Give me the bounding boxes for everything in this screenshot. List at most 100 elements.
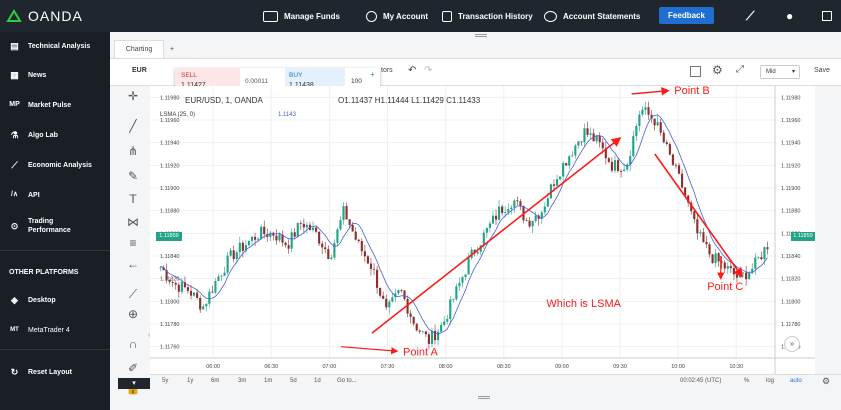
undo-icon[interactable]: ↶: [408, 65, 416, 76]
candle-body: [321, 243, 324, 248]
scroll-to-latest-button[interactable]: »: [784, 336, 800, 352]
candle-body: [446, 318, 449, 322]
bottom-panel-handle[interactable]: [478, 396, 490, 399]
range-1d[interactable]: 1d: [314, 378, 321, 384]
zoom-in-icon[interactable]: ⊕: [125, 306, 141, 322]
candle-body: [543, 206, 546, 213]
trendline-tool-icon[interactable]: ╱: [125, 118, 141, 134]
pencil-lock-icon[interactable]: ✐: [125, 360, 141, 376]
window-icon[interactable]: [822, 0, 832, 32]
chart-settings-gear-icon[interactable]: ⚙: [822, 376, 830, 387]
symbol-search[interactable]: EUR: [132, 67, 147, 74]
go-to-button[interactable]: Go to...: [337, 378, 357, 384]
sidebar-item-algo-lab[interactable]: ⚗ Algo Lab: [0, 121, 110, 149]
percent-toggle[interactable]: %: [744, 378, 749, 384]
api-icon: /∧: [10, 191, 19, 198]
sidebar-divider: [0, 250, 110, 251]
x-tick-label: 09:00: [555, 364, 569, 370]
range-1y[interactable]: 1y: [187, 378, 193, 384]
candle-body: [519, 201, 522, 206]
indicators-button[interactable]: tors: [381, 67, 393, 74]
y-tick-label: 1.11900: [781, 186, 800, 192]
candle-body: [421, 331, 424, 333]
units-plus-button[interactable]: +: [370, 70, 375, 79]
range-3m[interactable]: 3m: [238, 378, 246, 384]
candle-body: [467, 257, 470, 275]
crosshair-tool-icon[interactable]: ✛: [125, 88, 141, 104]
sidebar-item-api[interactable]: /∧ API: [0, 181, 110, 209]
sidebar-item-news[interactable]: ▦ News: [0, 61, 110, 89]
y-tick-label-left: 1.11840: [160, 254, 179, 260]
pitchfork-tool-icon[interactable]: ⋔: [125, 143, 141, 159]
candle-body: [610, 161, 613, 171]
price-type-select[interactable]: Mid ▾: [760, 65, 800, 79]
candle-body: [385, 298, 388, 308]
settings-gear-icon[interactable]: ⚙: [712, 63, 723, 77]
flask-icon: ⚗: [10, 130, 19, 140]
candle-body: [260, 226, 263, 239]
feedback-button[interactable]: Feedback: [659, 7, 714, 24]
x-axis: 06:00 06:30 07:00 07:30 08:00 08:30 09:00 09:30…: [150, 357, 815, 370]
candle-body: [232, 250, 235, 260]
panel-handle[interactable]: [475, 34, 487, 37]
range-5d[interactable]: 5d: [290, 378, 297, 384]
account-statements-button[interactable]: Account Statements: [544, 0, 640, 32]
candle-body: [412, 316, 415, 324]
candle-body: [351, 225, 354, 232]
candle-body: [284, 242, 287, 246]
candle-body: [241, 242, 244, 251]
economic-analysis-icon: ⟋: [11, 160, 18, 170]
chat-icon[interactable]: ●: [786, 0, 793, 32]
candle-body: [583, 128, 586, 143]
ruler-icon[interactable]: ⟋: [125, 286, 141, 302]
candle-body: [498, 206, 501, 220]
range-1m[interactable]: 1m: [264, 378, 272, 384]
candle-body: [275, 235, 278, 241]
range-6m[interactable]: 6m: [211, 378, 219, 384]
candle-body: [534, 215, 537, 221]
candle-body: [180, 282, 183, 292]
save-button[interactable]: Save: [814, 67, 830, 74]
transaction-history-button[interactable]: Transaction History: [442, 0, 533, 32]
reset-layout-button[interactable]: ↻ Reset Layout: [0, 358, 110, 386]
candle-body: [342, 206, 345, 221]
sidebar-item-desktop[interactable]: ◈ Desktop: [0, 286, 110, 314]
sidebar-item-technical-analysis[interactable]: ▤ Technical Analysis: [0, 32, 110, 60]
brush-tool-icon[interactable]: ✎: [125, 168, 141, 184]
price-chart[interactable]: EUR/USD, 1, OANDA O1.11437 H1.11444 L1.1…: [150, 85, 815, 374]
candle-body: [674, 164, 678, 166]
sidebar-item-economic-analysis[interactable]: ⟋ Economic Analysis: [0, 151, 110, 179]
sidebar-item-market-pulse[interactable]: MP Market Pulse: [0, 91, 110, 119]
y-tick-label: 1.11960: [781, 118, 800, 124]
sidebar-item-trading-performance[interactable]: ⊙ Trading Performance: [0, 212, 110, 240]
trading-performance-icon: ⊙: [10, 221, 19, 231]
candle-body: [354, 231, 357, 240]
auto-toggle[interactable]: auto: [790, 378, 802, 384]
oanda-logo[interactable]: OANDA: [6, 0, 83, 32]
signal-icon[interactable]: ⟋: [746, 0, 754, 32]
fullscreen-square-icon[interactable]: [690, 66, 701, 77]
back-arrow-icon[interactable]: ←: [125, 256, 141, 272]
magnet-icon[interactable]: ∩: [125, 336, 141, 352]
range-5y[interactable]: 5y: [162, 378, 168, 384]
candle-body: [577, 141, 580, 146]
fib-tool-icon[interactable]: ≡: [125, 235, 141, 251]
expand-icon[interactable]: ⤢: [736, 64, 744, 75]
sidebar-item-label: News: [28, 71, 47, 79]
candle-body: [742, 272, 745, 274]
my-account-button[interactable]: My Account: [366, 0, 428, 32]
annotation-label: Which is LSMA: [546, 298, 621, 310]
units-input[interactable]: 100: [351, 78, 362, 85]
candle-body: [653, 118, 656, 126]
log-toggle[interactable]: log: [766, 378, 774, 384]
collapse-sidebar-button[interactable]: ▾: [118, 378, 150, 389]
pattern-tool-icon[interactable]: ⋈: [125, 214, 141, 230]
add-tab-button[interactable]: +: [164, 40, 180, 58]
candle-body: [174, 282, 177, 285]
manage-funds-button[interactable]: Manage Funds: [263, 0, 340, 32]
redo-icon[interactable]: ↷: [424, 65, 432, 76]
text-tool-icon[interactable]: T: [125, 191, 141, 207]
sidebar-item-metatrader[interactable]: MT MetaTrader 4: [0, 316, 110, 344]
wallet-icon: [263, 10, 278, 22]
tab-charting[interactable]: Charting: [114, 40, 164, 58]
